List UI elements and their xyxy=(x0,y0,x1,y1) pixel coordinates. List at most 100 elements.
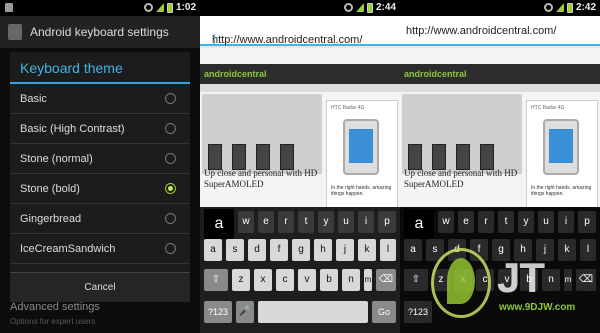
status-bar: 2:44 xyxy=(200,0,400,16)
key-z[interactable]: z xyxy=(232,269,250,291)
key-h[interactable]: h xyxy=(314,239,332,261)
option-label: Stone (bold) xyxy=(20,183,80,195)
article-headline[interactable]: Up close and personal with HD SuperAMOLE… xyxy=(204,168,324,190)
cancel-button[interactable]: Cancel xyxy=(10,272,190,302)
key-r[interactable]: r xyxy=(278,211,294,233)
key-a[interactable]: a xyxy=(404,239,422,261)
site-logo: androidcentral xyxy=(204,69,267,79)
symbols-key[interactable]: ?123 xyxy=(204,301,232,323)
ad-caption: HTC Radar 4G xyxy=(531,105,565,111)
key-k[interactable]: k xyxy=(358,239,376,261)
keyboard-row-2: a s d f g h j k l xyxy=(200,239,400,263)
backspace-key[interactable]: ⌫ xyxy=(376,269,396,291)
key-b[interactable]: b xyxy=(320,269,338,291)
key-u[interactable]: u xyxy=(338,211,354,233)
alarm-icon xyxy=(343,3,353,12)
key-i[interactable]: i xyxy=(358,211,374,233)
key-u[interactable]: u xyxy=(538,211,554,233)
site-logo: androidcentral xyxy=(404,69,467,79)
key-d[interactable]: d xyxy=(248,239,266,261)
theme-option-stone-bold[interactable]: Stone (bold) xyxy=(10,174,190,204)
key-e[interactable]: e xyxy=(258,211,274,233)
key-l[interactable]: l xyxy=(380,239,396,261)
settings-panel: 1:02 Android keyboard settings Keyboard … xyxy=(0,0,200,333)
web-page[interactable]: androidcentral HTC Radar 4G In the right… xyxy=(200,48,400,208)
phone-thumb xyxy=(208,144,222,170)
url-bar[interactable]: http://www.androidcentral.com/ xyxy=(400,16,600,46)
site-nav[interactable] xyxy=(400,84,600,92)
article-headline[interactable]: Up close and personal with HD SuperAMOLE… xyxy=(404,168,524,190)
theme-option-stone-normal[interactable]: Stone (normal) xyxy=(10,144,190,174)
key-s[interactable]: s xyxy=(226,239,244,261)
radio-button[interactable] xyxy=(165,243,176,254)
key-y[interactable]: y xyxy=(518,211,534,233)
key-t[interactable]: t xyxy=(298,211,314,233)
site-banner: androidcentral xyxy=(200,64,400,84)
ad-block xyxy=(402,94,522,174)
key-w[interactable]: w xyxy=(438,211,454,233)
status-bar: 2:42 xyxy=(400,0,600,16)
alarm-icon xyxy=(543,3,553,12)
url-bar[interactable]: http://www.androidcentral.com/ xyxy=(200,16,400,46)
browser-panel-1: 2:44 http://www.androidcentral.com/ andr… xyxy=(200,0,400,333)
radio-button[interactable] xyxy=(165,213,176,224)
status-time: 2:42 xyxy=(575,2,596,13)
site-nav[interactable] xyxy=(200,84,400,92)
keyboard-row-3: ⇧ z x c v b n m ⌫ xyxy=(200,269,400,293)
key-v[interactable]: v xyxy=(298,269,316,291)
key-j[interactable]: j xyxy=(336,239,354,261)
theme-option-icecreamsandwich[interactable]: IceCreamSandwich xyxy=(10,234,190,264)
watermark-url: www.9DJW.com xyxy=(499,302,576,313)
radio-button-selected[interactable] xyxy=(165,183,176,194)
key-preview-popup: a xyxy=(404,209,434,239)
advanced-settings-title[interactable]: Advanced settings xyxy=(10,301,100,313)
key-f[interactable]: f xyxy=(270,239,288,261)
key-i[interactable]: i xyxy=(558,211,574,233)
key-y[interactable]: y xyxy=(318,211,334,233)
app-title: Android keyboard settings xyxy=(30,25,169,39)
key-n[interactable]: n xyxy=(342,269,360,291)
key-p[interactable]: p xyxy=(378,211,396,233)
web-page[interactable]: androidcentral HTC Radar 4G In the right… xyxy=(400,48,600,208)
key-c[interactable]: c xyxy=(276,269,294,291)
theme-option-basic[interactable]: Basic xyxy=(10,84,190,114)
space-key[interactable] xyxy=(258,301,368,323)
mic-key[interactable]: 🎤 xyxy=(236,301,254,323)
sidebar-ad: HTC Radar 4G In the right hands, amazing… xyxy=(326,100,398,208)
theme-option-basic-high-contrast[interactable]: Basic (High Contrast) xyxy=(10,114,190,144)
ad-caption: HTC Radar 4G xyxy=(331,105,365,111)
radio-button[interactable] xyxy=(165,93,176,104)
url-text: http://www.androidcentral.com/ xyxy=(212,34,363,46)
radio-button[interactable] xyxy=(165,153,176,164)
phone-image xyxy=(343,119,379,175)
ad-block xyxy=(202,94,322,174)
text-cursor xyxy=(214,34,215,46)
key-p[interactable]: p xyxy=(578,211,596,233)
key-r[interactable]: r xyxy=(478,211,494,233)
key-w[interactable]: w xyxy=(238,211,254,233)
notification-icon xyxy=(5,3,13,12)
theme-option-gingerbread[interactable]: Gingerbread xyxy=(10,204,190,234)
phone-image xyxy=(543,119,579,175)
key-m[interactable]: m xyxy=(364,269,372,291)
battery-icon xyxy=(366,2,373,13)
shift-key[interactable]: ⇧ xyxy=(204,269,228,291)
watermark-logo: JT www.9DJW.com xyxy=(425,240,595,333)
phone-thumb xyxy=(232,144,246,170)
option-label: Stone (normal) xyxy=(20,153,93,165)
watermark-text: JT xyxy=(497,254,545,301)
phone-thumb xyxy=(480,144,494,170)
go-key[interactable]: Go xyxy=(372,301,396,323)
ad-text: In the right hands, amazing things happe… xyxy=(331,185,392,197)
phone-thumb xyxy=(280,144,294,170)
key-x[interactable]: x xyxy=(254,269,272,291)
status-bar: 1:02 xyxy=(0,0,200,16)
key-e[interactable]: e xyxy=(458,211,474,233)
radio-button[interactable] xyxy=(165,123,176,134)
keyboard-app-icon xyxy=(8,24,22,40)
phone-thumb xyxy=(408,144,422,170)
key-g[interactable]: g xyxy=(292,239,310,261)
keyboard-row-4: ?123 🎤 Go xyxy=(200,301,400,325)
key-t[interactable]: t xyxy=(498,211,514,233)
key-a[interactable]: a xyxy=(204,239,222,261)
